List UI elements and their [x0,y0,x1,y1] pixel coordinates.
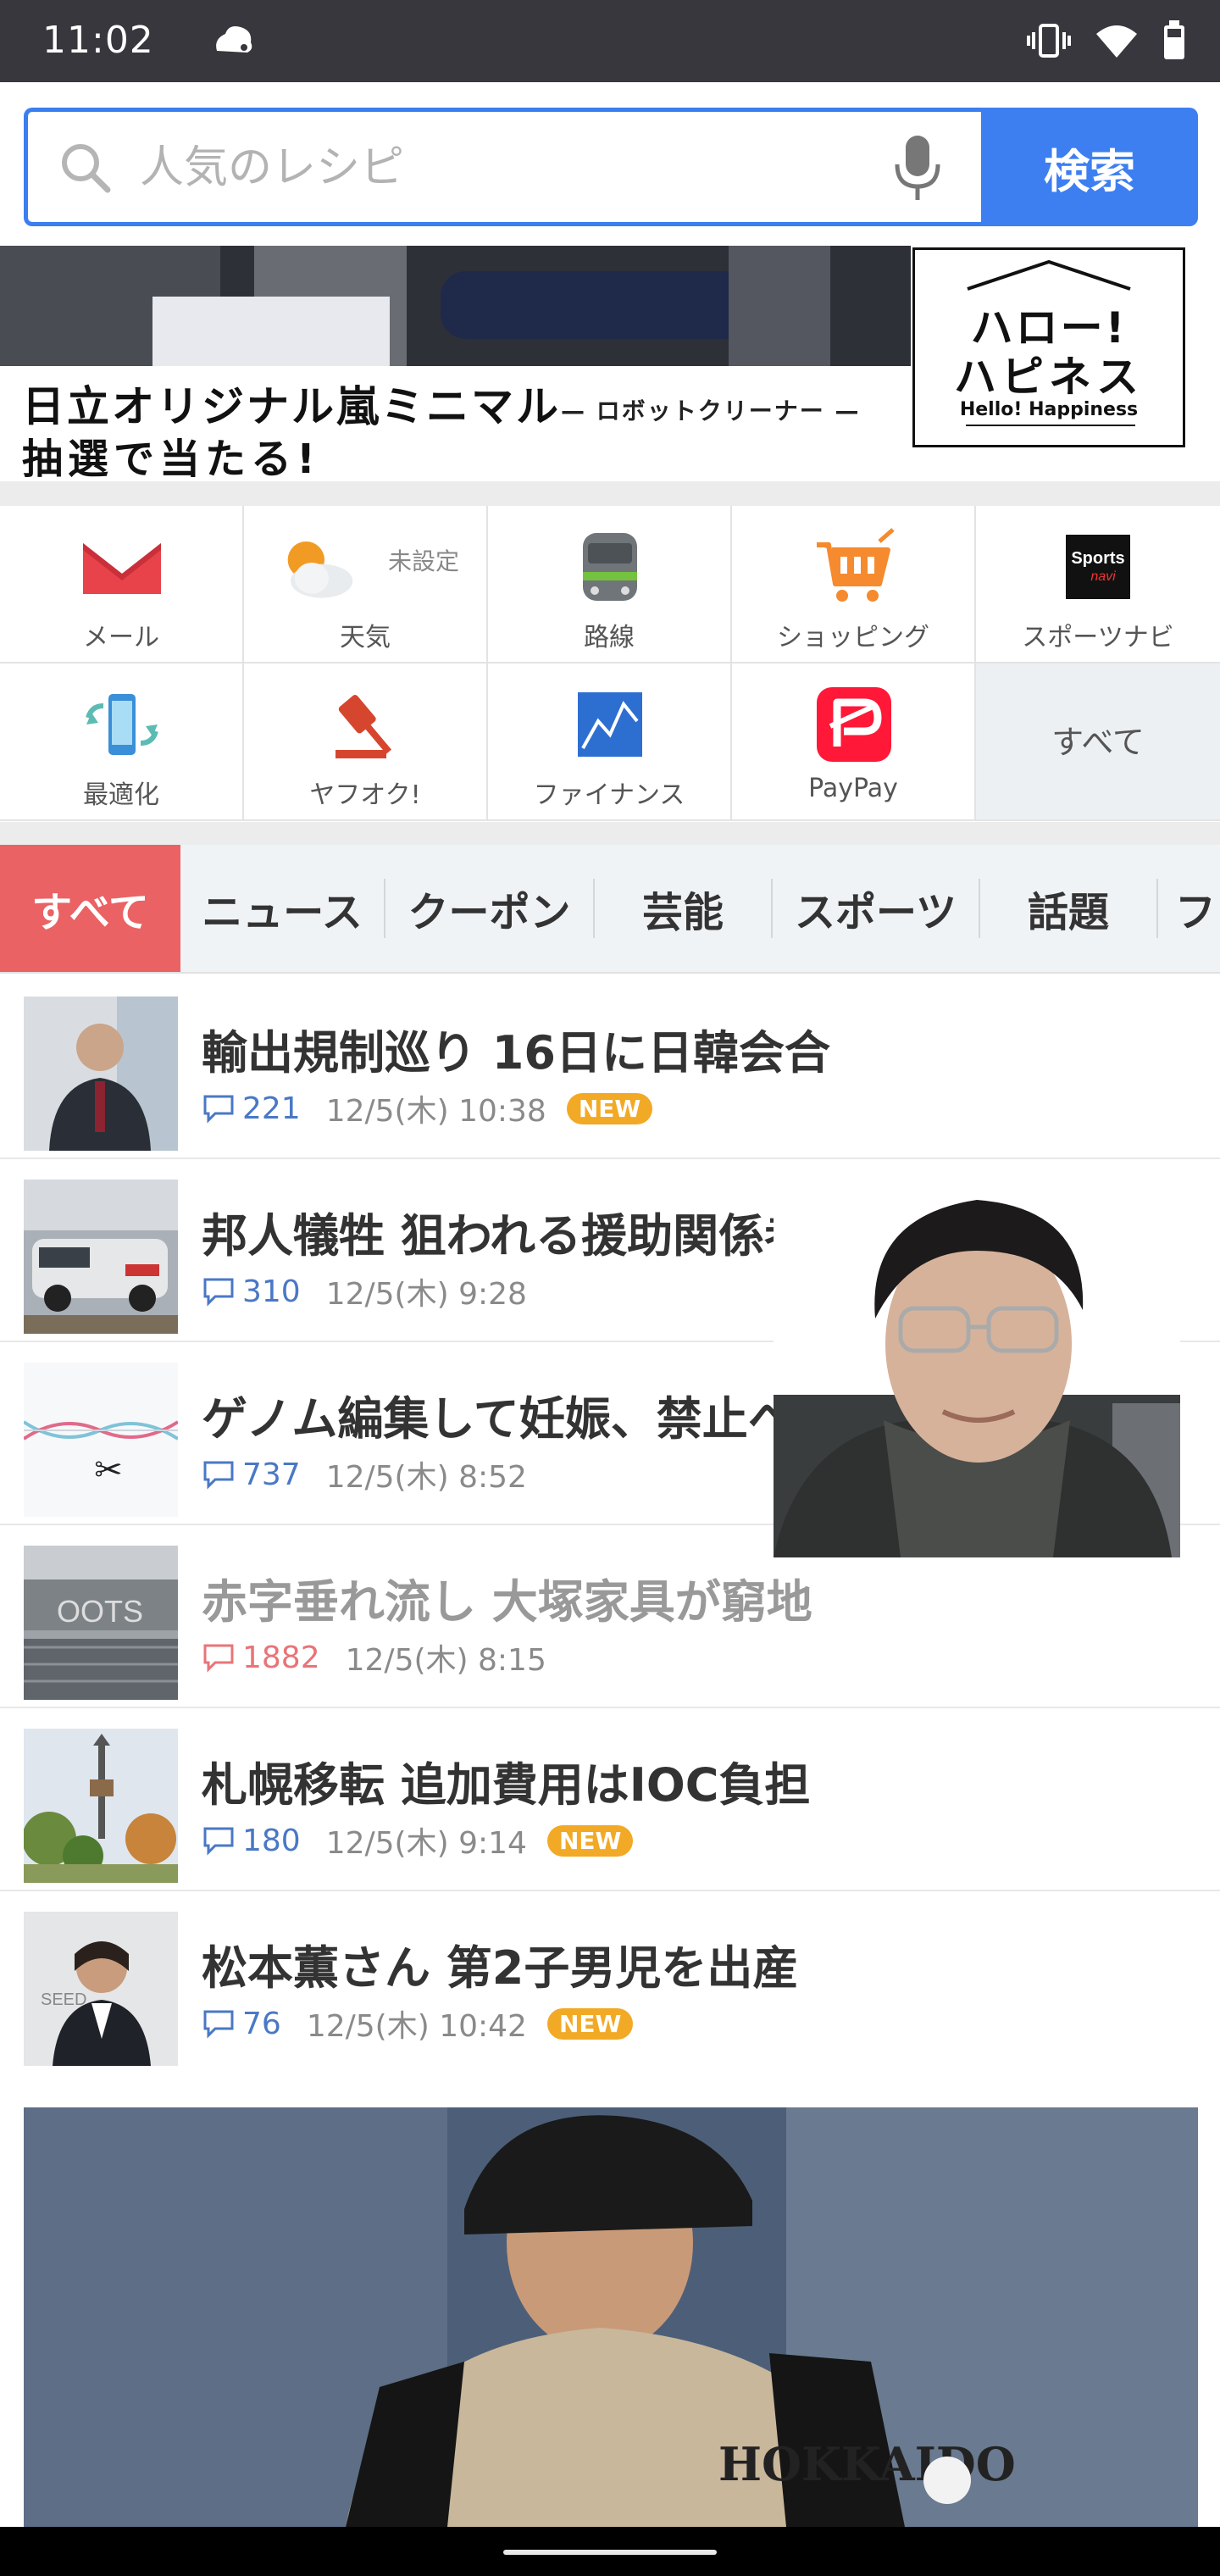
comment-count: 76 [242,2006,281,2041]
battery-icon [1162,20,1186,64]
finance-chart-icon [578,692,642,757]
paypay-icon [817,687,891,762]
status-bar: 11:02 [0,0,1220,82]
category-tabs: すべて ニュース クーポン 芸能 スポーツ 話題 フ [0,845,1220,974]
app-sportsnavi[interactable]: Sports navi スポーツナビ [976,506,1220,663]
news-meta: 76 12/5(木) 10:42 NEW [202,2001,634,2046]
comment-icon [203,1644,234,1673]
tab-more[interactable]: フ [1158,845,1220,972]
news-date: 12/5(木) 8:52 [325,1460,527,1495]
news-thumbnail: ✂ [24,1363,178,1517]
featured-photo[interactable]: HOKKAIDO [24,2107,1198,2527]
svg-text:SEED: SEED [41,1990,86,2009]
tab-all[interactable]: すべて [0,845,180,972]
comment-count: 221 [242,1091,301,1126]
news-thumbnail [24,1180,178,1334]
news-meta: 1882 12/5(木) 8:15 [202,1635,546,1679]
app-train[interactable]: 路線 [488,506,732,663]
weather-unset-label: 未設定 [388,547,460,575]
wifi-icon [1095,22,1139,63]
app-paypay[interactable]: PayPay [732,663,976,821]
tab-entertainment[interactable]: 芸能 [595,845,771,972]
app-shortcut-grid: メール 未設定 天気 路線 ショッピング Sports navi スポーツナビ 最… [0,506,1220,822]
comment-count: 1882 [242,1640,320,1675]
sportsnavi-icon: Sportsnavi [1066,535,1130,599]
tab-coupon[interactable]: クーポン [385,845,593,972]
news-item[interactable]: 札幌移転 追加費用はIOC負担 180 12/5(木) 9:14 NEW [0,1708,1220,1891]
news-meta: 737 12/5(木) 8:52 [202,1452,527,1496]
tab-topics[interactable]: 話題 [980,845,1156,972]
home-gesture-handle[interactable] [503,2550,717,2555]
news-date: 12/5(木) 9:14 [325,1826,527,1861]
comment-count: 310 [242,1274,301,1309]
news-date: 12/5(木) 10:42 [306,2009,527,2044]
app-auction[interactable]: ヤフオク! [244,663,488,821]
microphone-icon[interactable] [892,132,943,208]
news-thumbnail: SEED [24,1912,178,2066]
comment-count: 737 [242,1457,301,1492]
news-item[interactable]: SEED 松本薫さん 第2子男児を出産 76 12/5(木) 10:42 NEW [0,1891,1220,2073]
app-mail[interactable]: メール [0,506,244,663]
phone-optimize-icon [86,694,158,755]
mail-icon [83,543,161,594]
auction-gavel-icon [336,695,392,758]
vibrate-icon [1027,22,1071,63]
app-optimize[interactable]: 最適化 [0,663,244,821]
comment-icon [203,1278,234,1307]
app-shopping[interactable]: ショッピング [732,506,976,663]
shopping-cart-icon [817,528,895,602]
news-meta: 180 12/5(木) 9:14 NEW [202,1818,634,1863]
svg-text:Sports: Sports [1071,549,1124,568]
system-nav-bar [0,2527,1220,2576]
comment-count: 180 [242,1823,301,1858]
svg-text:✂: ✂ [94,1451,123,1490]
comment-icon [203,2010,234,2039]
news-date: 12/5(木) 9:28 [325,1277,527,1312]
news-date: 12/5(木) 10:38 [325,1094,546,1129]
search-icon [58,141,113,198]
banner-photo [0,246,911,366]
news-thumbnail [24,997,178,1151]
new-badge: NEW [546,2007,634,2040]
hello-happiness-logo: ハロー! ハピネス Hello! Happiness [912,247,1185,447]
news-title: 札幌移転 追加費用はIOC負担 [202,1758,811,1812]
banner-subheadline: 抽選で当たる! [22,436,320,483]
news-thumbnail [24,1729,178,1883]
comment-icon [203,1461,234,1490]
search-bar: 検索 [0,82,1220,246]
news-title: 松本薫さん 第2子男児を出産 [202,1941,799,1995]
news-item[interactable]: 輸出規制巡り 16日に日韓会合 221 12/5(木) 10:38 NEW [0,976,1220,1159]
tab-news[interactable]: ニュース [180,845,384,972]
news-title: 赤字垂れ流し 大塚家具が窮地 [202,1575,812,1629]
svg-text:navi: navi [1090,569,1116,584]
news-title: 輸出規制巡り 16日に日韓会合 [202,1026,830,1080]
news-thumbnail: OOTS [24,1546,178,1700]
news-title: ゲノム編集して妊娠、禁止へ [202,1392,794,1446]
svg-text:HOKKAIDO: HOKKAIDO [718,2437,1016,2491]
app-finance[interactable]: ファイナンス [488,663,732,821]
new-badge: NEW [566,1092,653,1124]
comment-icon [203,1827,234,1856]
svg-text:OOTS: OOTS [57,1594,143,1629]
news-title: 邦人犠牲 狙われる援助関係者 [202,1209,811,1263]
news-meta: 221 12/5(木) 10:38 NEW [202,1086,653,1130]
overlay-person-photo [774,1183,1180,1557]
news-date: 12/5(木) 8:15 [345,1643,546,1678]
news-meta: 310 12/5(木) 9:28 [202,1269,527,1313]
search-box[interactable] [24,108,981,226]
train-icon [583,533,637,601]
app-all-button[interactable]: すべて [976,663,1220,821]
new-badge: NEW [546,1824,634,1857]
tab-sports[interactable]: スポーツ [773,845,979,972]
status-time: 11:02 [42,19,154,62]
comment-icon [203,1095,234,1124]
search-button[interactable]: 検索 [981,108,1198,226]
app-weather[interactable]: 未設定 天気 [244,506,488,663]
weather-icon [287,541,353,598]
banner-ad[interactable]: 日立オリジナル嵐ミニマル— ロボットクリーナー — 抽選で当たる! ハロー! ハ… [0,246,1220,483]
search-input[interactable] [138,130,887,205]
notification-cloud-icon [210,22,258,63]
